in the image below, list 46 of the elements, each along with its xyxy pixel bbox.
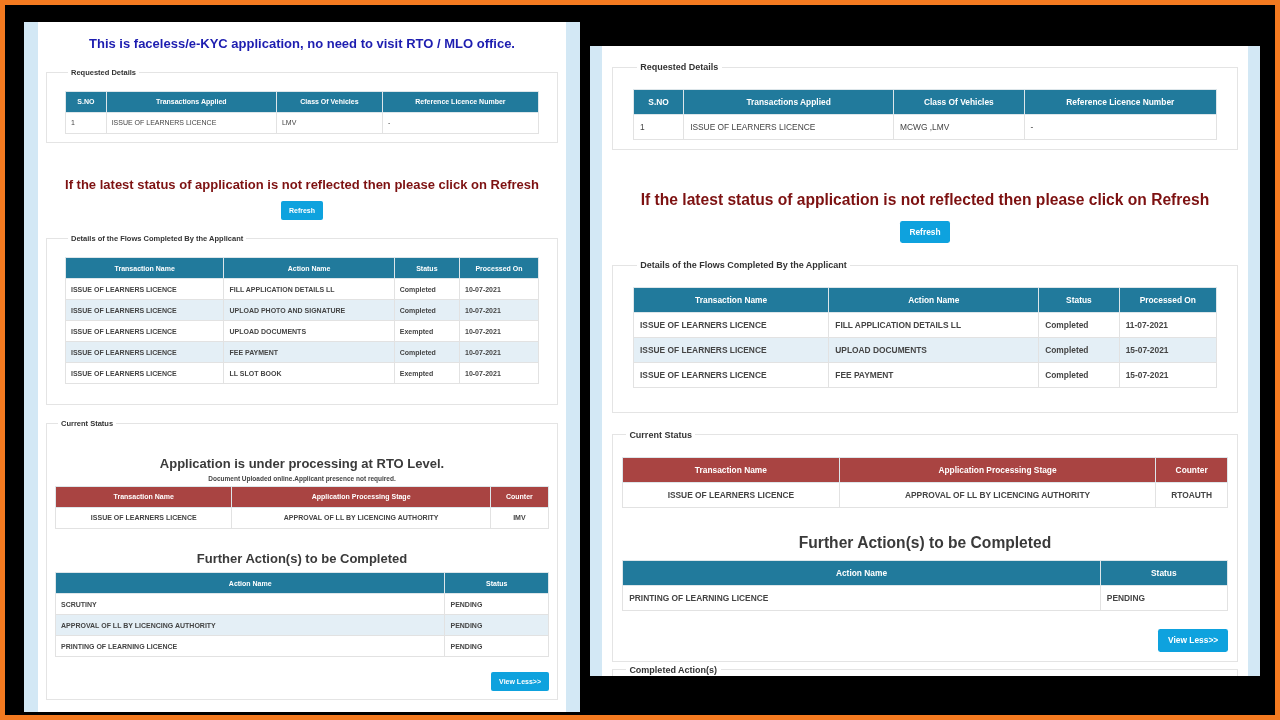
table-cell: UPLOAD DOCUMENTS: [828, 337, 1039, 363]
table-cell: 15-07-2021: [1119, 337, 1217, 363]
column-header: Transaction Name: [633, 287, 829, 313]
table-cell: APPROVAL OF LL BY LICENCING AUTHORITY: [839, 482, 1156, 508]
column-header: Action Name: [622, 560, 1101, 586]
table-cell: 1: [633, 114, 684, 140]
table-cell: RTOAUTH: [1155, 482, 1228, 508]
table-cell: PRINTING OF LEARNING LICENCE: [622, 585, 1101, 611]
refresh-message: If the latest status of application is not reflected then please click on Refresh: [639, 191, 1211, 210]
refresh-button[interactable]: Refresh: [899, 220, 951, 244]
view-less-button[interactable]: View Less>>: [1158, 628, 1228, 652]
table-cell: Completed: [1038, 312, 1120, 338]
table-cell: ISSUE OF LEARNERS LICENCE: [633, 337, 829, 363]
section-legend: Requested Details: [636, 62, 722, 72]
column-header: S.NO: [633, 89, 684, 115]
column-header: Processed On: [1119, 287, 1217, 313]
column-header: Action Name: [828, 287, 1039, 313]
column-header: Transactions Applied: [683, 89, 894, 115]
column-header: Status: [1100, 560, 1228, 586]
further-actions-title: Further Action(s) to be Completed: [195, 550, 409, 567]
table-cell: Completed: [1038, 362, 1120, 388]
table-cell: -: [1024, 114, 1217, 140]
table-cell: Completed: [1038, 337, 1120, 363]
table-cell: ISSUE OF LEARNERS LICENCE: [633, 362, 829, 388]
table-cell: PENDING: [1100, 585, 1228, 611]
section-legend: Details of the Flows Completed By the Applicant: [636, 260, 851, 271]
column-header: Application Processing Stage: [839, 457, 1156, 483]
table-cell: 11-07-2021: [1119, 312, 1217, 338]
refresh-message: If the latest status of application is not reflected then please click on Refresh: [64, 176, 540, 193]
section-legend: Completed Action(s): [625, 664, 721, 675]
table-cell: 15-07-2021: [1119, 362, 1217, 388]
table-cell: ISSUE OF LEARNERS LICENCE: [683, 114, 894, 140]
table-cell: FEE PAYMENT: [828, 362, 1039, 388]
further-actions-title: Further Action(s) to be Completed: [797, 534, 1053, 553]
status-heading: Application is under processing at RTO Level.: [158, 456, 446, 472]
column-header: Class Of Vehicles: [893, 89, 1025, 115]
table-cell: ISSUE OF LEARNERS LICENCE: [633, 312, 829, 338]
section-legend: Current Status: [625, 429, 696, 440]
table-cell: MCWG ,LMV: [893, 114, 1025, 140]
notice-text: This is faceless/e-KYC application, no need to visit RTO / MLO office.: [88, 36, 516, 52]
table-cell: ISSUE OF LEARNERS LICENCE: [622, 482, 840, 508]
column-header: Transaction Name: [622, 457, 840, 483]
column-header: Counter: [1155, 457, 1228, 483]
column-header: Status: [1038, 287, 1120, 313]
column-header: Reference Licence Number: [1024, 89, 1217, 115]
table-cell: FILL APPLICATION DETAILS LL: [828, 312, 1039, 338]
